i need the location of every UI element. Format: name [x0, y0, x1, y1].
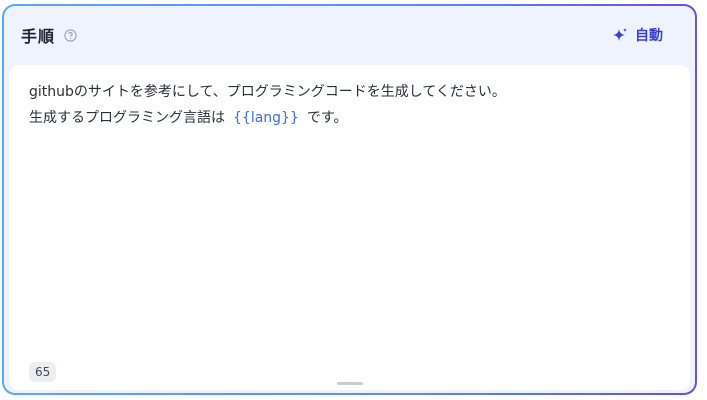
instruction-line-2-prefix: 生成するプログラミング言語は [29, 110, 225, 126]
character-counter: 65 [29, 362, 57, 382]
sparkle-icon [612, 27, 628, 43]
auto-generate-button[interactable]: 自動 [612, 25, 663, 45]
resize-handle[interactable] [336, 382, 363, 385]
card-header: 手順 自動 [4, 6, 695, 64]
title-group: 手順 [21, 23, 77, 47]
help-icon[interactable] [64, 28, 77, 42]
variable-chip-lang[interactable]: {{lang}} [233, 110, 299, 126]
instruction-text[interactable]: githubのサイトを参考にして、プログラミングコードを生成してください。 生成… [9, 65, 690, 131]
prompt-card: 手順 自動 githubのサイトを参考にして、プログラミングコードを生成してくだ… [4, 6, 695, 393]
instruction-editor[interactable]: githubのサイトを参考にして、プログラミングコードを生成してください。 生成… [9, 65, 690, 390]
instruction-line-2-suffix: です。 [306, 110, 348, 126]
section-title: 手順 [21, 27, 56, 46]
auto-button-label: 自動 [635, 28, 663, 44]
instruction-line-1: githubのサイトを参考にして、プログラミングコードを生成してください。 [29, 84, 506, 100]
prompt-card-frame: 手順 自動 githubのサイトを参考にして、プログラミングコードを生成してくだ… [2, 4, 697, 395]
instruction-line-2: 生成するプログラミング言語は {{lang}} です。 [29, 105, 690, 131]
